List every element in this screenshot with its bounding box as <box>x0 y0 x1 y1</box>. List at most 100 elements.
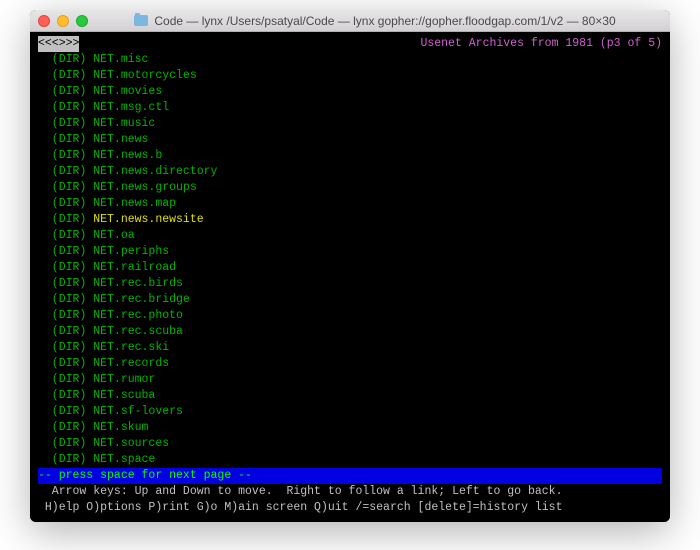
entry-type: (DIR) <box>52 453 87 466</box>
indent <box>38 308 52 324</box>
entry-name[interactable]: NET.railroad <box>93 261 176 274</box>
entry-type: (DIR) <box>52 101 87 114</box>
entry-name[interactable]: NET.skum <box>93 421 148 434</box>
entry-type: (DIR) <box>52 117 87 130</box>
entry-name[interactable]: NET.news <box>93 133 148 146</box>
entry-type: (DIR) <box>52 165 87 178</box>
list-item[interactable]: (DIR) NET.rec.birds <box>38 276 662 292</box>
terminal-body[interactable]: <<<>>> Usenet Archives from 1981 (p3 of … <box>30 32 670 522</box>
prompt-bar: -- press space for next page -- <box>38 468 662 484</box>
titlebar: Code — lynx /Users/psatyal/Code — lynx g… <box>30 10 670 32</box>
list-item[interactable]: (DIR) NET.news.map <box>38 196 662 212</box>
entry-name[interactable]: NET.records <box>93 357 169 370</box>
list-item[interactable]: (DIR) NET.space <box>38 452 662 468</box>
list-item[interactable]: (DIR) NET.rec.ski <box>38 340 662 356</box>
list-item[interactable]: (DIR) NET.skum <box>38 420 662 436</box>
entry-name[interactable]: NET.movies <box>93 85 162 98</box>
minimize-icon[interactable] <box>57 15 69 27</box>
indent <box>38 276 52 292</box>
list-item[interactable]: (DIR) NET.movies <box>38 84 662 100</box>
list-item[interactable]: (DIR) NET.periphs <box>38 244 662 260</box>
list-item[interactable]: (DIR) NET.rec.bridge <box>38 292 662 308</box>
entry-name[interactable]: NET.rec.bridge <box>93 293 190 306</box>
entry-name[interactable]: NET.rec.ski <box>93 341 169 354</box>
list-item[interactable]: (DIR) NET.motorcycles <box>38 68 662 84</box>
entry-type: (DIR) <box>52 197 87 210</box>
terminal-window: Code — lynx /Users/psatyal/Code — lynx g… <box>30 10 670 522</box>
list-item[interactable]: (DIR) NET.msg.ctl <box>38 100 662 116</box>
entry-name[interactable]: NET.scuba <box>93 389 155 402</box>
entry-name[interactable]: NET.msg.ctl <box>93 101 169 114</box>
indent <box>38 132 52 148</box>
list-item[interactable]: (DIR) NET.news.b <box>38 148 662 164</box>
indent <box>38 324 52 340</box>
entry-type: (DIR) <box>52 229 87 242</box>
maximize-icon[interactable] <box>76 15 88 27</box>
list-item[interactable]: (DIR) NET.rumor <box>38 372 662 388</box>
list-item[interactable]: (DIR) NET.scuba <box>38 388 662 404</box>
list-item[interactable]: (DIR) NET.railroad <box>38 260 662 276</box>
entry-name[interactable]: NET.news.directory <box>93 165 217 178</box>
entry-name[interactable]: NET.music <box>93 117 155 130</box>
entry-name[interactable]: NET.oa <box>93 229 134 242</box>
entry-name[interactable]: NET.space <box>93 453 155 466</box>
list-item[interactable]: (DIR) NET.sources <box>38 436 662 452</box>
indent <box>38 404 52 420</box>
indent <box>38 436 52 452</box>
entry-type: (DIR) <box>52 261 87 274</box>
entry-name[interactable]: NET.rec.photo <box>93 309 183 322</box>
entry-type: (DIR) <box>52 69 87 82</box>
indent <box>38 388 52 404</box>
list-item[interactable]: (DIR) NET.rec.scuba <box>38 324 662 340</box>
entry-name[interactable]: NET.news.groups <box>93 181 197 194</box>
indent <box>38 340 52 356</box>
list-item[interactable]: (DIR) NET.oa <box>38 228 662 244</box>
entry-name[interactable]: NET.rec.birds <box>93 277 183 290</box>
indent <box>38 212 52 228</box>
entry-type: (DIR) <box>52 213 87 226</box>
list-item[interactable]: (DIR) NET.misc <box>38 52 662 68</box>
indent <box>38 180 52 196</box>
list-item[interactable]: (DIR) NET.music <box>38 116 662 132</box>
list-item[interactable]: (DIR) NET.news <box>38 132 662 148</box>
indent <box>38 244 52 260</box>
entry-type: (DIR) <box>52 437 87 450</box>
list-item[interactable]: (DIR) NET.records <box>38 356 662 372</box>
indent <box>38 116 52 132</box>
entry-type: (DIR) <box>52 293 87 306</box>
help-line-2: H)elp O)ptions P)rint G)o M)ain screen Q… <box>38 500 662 516</box>
list-item[interactable]: (DIR) NET.news.directory <box>38 164 662 180</box>
list-item[interactable]: (DIR) NET.news.groups <box>38 180 662 196</box>
close-icon[interactable] <box>38 15 50 27</box>
indent <box>38 196 52 212</box>
indent <box>38 292 52 308</box>
indent <box>38 68 52 84</box>
entry-name[interactable]: NET.misc <box>93 53 148 66</box>
list-item[interactable]: (DIR) NET.rec.photo <box>38 308 662 324</box>
entry-name[interactable]: NET.news.b <box>93 149 162 162</box>
page-heading: Usenet Archives from 1981 (p3 of 5) <box>420 36 662 52</box>
entry-name[interactable]: NET.motorcycles <box>93 69 197 82</box>
entry-type: (DIR) <box>52 149 87 162</box>
entry-name[interactable]: NET.news.newsite <box>93 213 203 226</box>
nav-brackets: <<<>>> <box>38 36 79 52</box>
list-item[interactable]: (DIR) NET.news.newsite <box>38 212 662 228</box>
entry-name[interactable]: NET.rumor <box>93 373 155 386</box>
traffic-lights <box>38 15 88 27</box>
list-item[interactable]: (DIR) NET.sf-lovers <box>38 404 662 420</box>
indent <box>38 52 52 68</box>
entry-type: (DIR) <box>52 133 87 146</box>
entry-type: (DIR) <box>52 245 87 258</box>
entry-name[interactable]: NET.rec.scuba <box>93 325 183 338</box>
entry-type: (DIR) <box>52 325 87 338</box>
indent <box>38 148 52 164</box>
indent <box>38 228 52 244</box>
entry-name[interactable]: NET.news.map <box>93 197 176 210</box>
indent <box>38 452 52 468</box>
entry-name[interactable]: NET.sources <box>93 437 169 450</box>
indent <box>38 356 52 372</box>
entry-type: (DIR) <box>52 357 87 370</box>
entry-type: (DIR) <box>52 405 87 418</box>
entry-name[interactable]: NET.sf-lovers <box>93 405 183 418</box>
entry-name[interactable]: NET.periphs <box>93 245 169 258</box>
